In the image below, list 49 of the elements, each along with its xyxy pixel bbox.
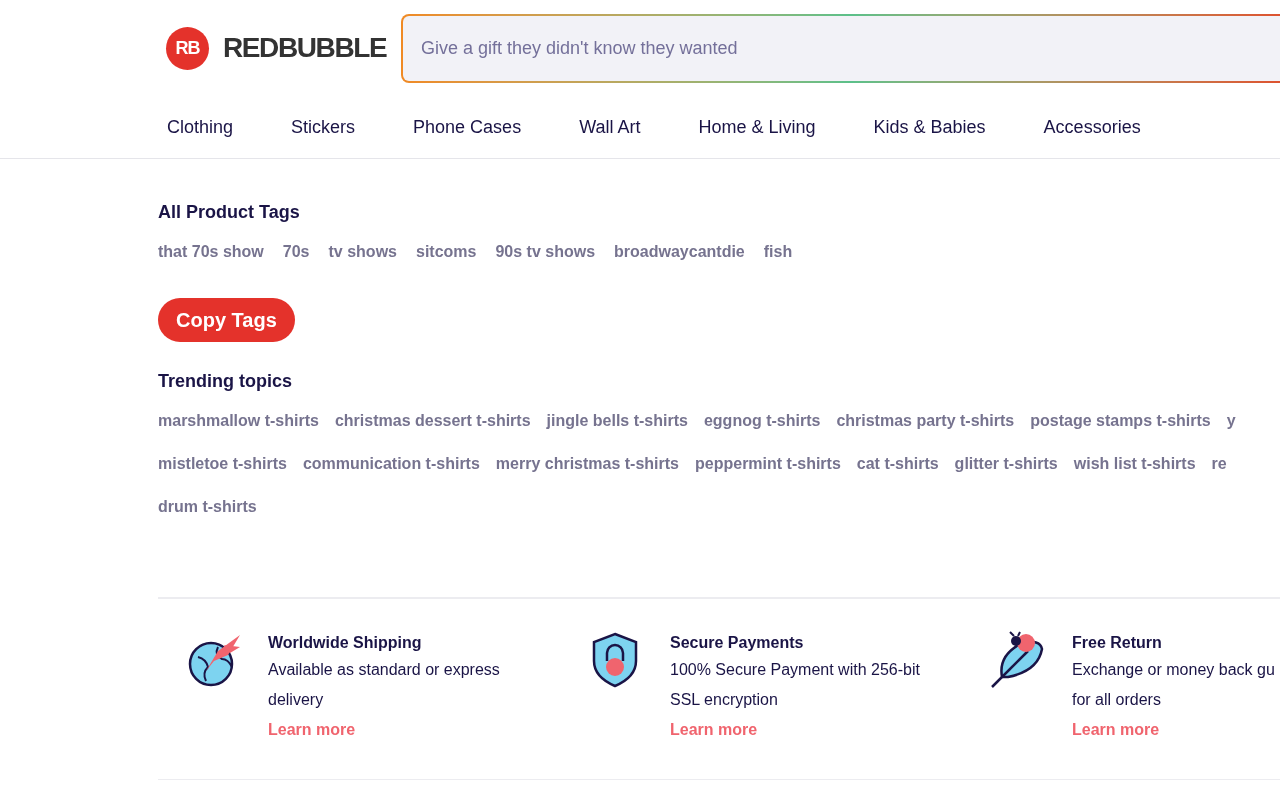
nav-link[interactable]: Home & Living	[698, 113, 816, 141]
search-field[interactable]: Give a gift they didn't know they wanted	[401, 13, 1280, 83]
topic-link[interactable]: marshmallow t-shirts	[158, 409, 319, 433]
tag-link[interactable]: tv shows	[328, 240, 397, 264]
nav-link[interactable]: Stickers	[291, 113, 356, 141]
nav-link[interactable]: Kids & Babies	[873, 113, 986, 141]
logo-mark[interactable]: RB	[166, 26, 209, 70]
topic-link[interactable]: cat t-shirts	[856, 452, 939, 476]
feature-description-line: 100% Secure Payment with 256-bit	[670, 660, 920, 680]
nav-link[interactable]: Wall Art	[579, 113, 641, 141]
topic-link[interactable]: drum t-shirts	[158, 495, 257, 519]
topic-link[interactable]: christmas party t-shirts	[836, 409, 1015, 433]
topic-link[interactable]: eggnog t-shirts	[703, 409, 821, 433]
topic-link[interactable]: mistletoe t-shirts	[158, 452, 287, 476]
topic-link[interactable]: wish list t-shirts	[1073, 452, 1196, 476]
topic-link[interactable]: communication t-shirts	[302, 452, 480, 476]
topic-link[interactable]: glitter t-shirts	[954, 452, 1058, 476]
shield-lock-icon	[590, 631, 640, 689]
feature-description-line: for all orders	[1072, 690, 1161, 710]
feature-description-line: Exchange or money back gu	[1072, 660, 1275, 680]
tag-link[interactable]: that 70s show	[158, 240, 264, 264]
topic-link[interactable]: merry christmas t-shirts	[495, 452, 679, 476]
copy-tags-button[interactable]: Copy Tags	[158, 298, 295, 342]
logo-wordmark[interactable]: REDBUBBLE	[223, 27, 387, 69]
topic-link[interactable]: re	[1211, 452, 1227, 476]
tag-link[interactable]: 70s	[282, 240, 310, 264]
feature-description-line: Available as standard or express	[268, 660, 500, 680]
topic-link[interactable]: peppermint t-shirts	[695, 452, 841, 476]
learn-more-link[interactable]: Learn more	[1072, 715, 1160, 745]
tag-link[interactable]: sitcoms	[416, 240, 477, 264]
tag-link[interactable]: broadwaycantdie	[614, 240, 745, 264]
feature-title: Free Return	[1072, 633, 1163, 653]
feature-description-line: SSL encryption	[670, 690, 778, 710]
topic-link[interactable]: postage stamps t-shirts	[1030, 409, 1211, 433]
nav-link[interactable]: Clothing	[167, 113, 234, 141]
feature-title: Secure Payments	[670, 633, 805, 653]
learn-more-link[interactable]: Learn more	[670, 715, 758, 745]
feature-description-line: delivery	[268, 690, 324, 710]
section-heading: All Product Tags	[158, 201, 301, 224]
section-heading: Trending topics	[158, 370, 293, 393]
topic-link[interactable]: y	[1226, 409, 1236, 433]
nav-link[interactable]: Phone Cases	[413, 113, 522, 141]
nav-link[interactable]: Accessories	[1043, 113, 1141, 141]
tag-link[interactable]: fish	[763, 240, 793, 264]
feature-title: Worldwide Shipping	[268, 633, 423, 653]
topic-link[interactable]: jingle bells t-shirts	[546, 409, 688, 433]
tag-link[interactable]: 90s tv shows	[495, 240, 596, 264]
learn-more-link[interactable]: Learn more	[268, 715, 356, 745]
topic-link[interactable]: christmas dessert t-shirts	[334, 409, 531, 433]
